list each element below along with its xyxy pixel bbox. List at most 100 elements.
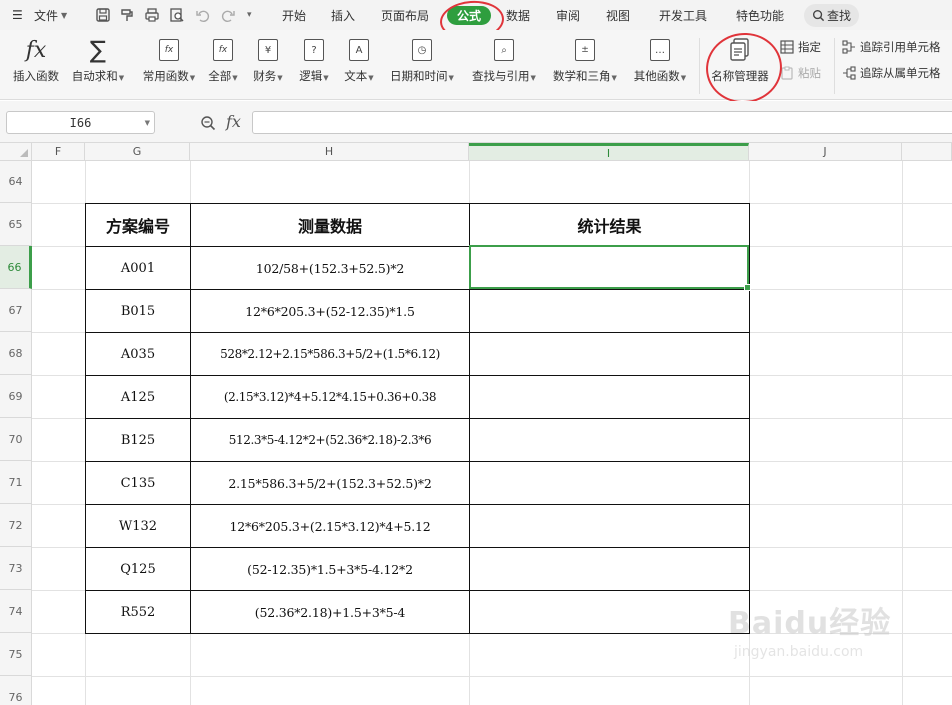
- cell-measurement-data[interactable]: 528*2.12+2.15*586.3+5/2+(1.5*6.12): [190, 332, 470, 376]
- cell-measurement-data[interactable]: 12*6*205.3+(2.15*3.12)*4+5.12: [190, 504, 470, 548]
- paste-name-label: 粘贴: [798, 66, 821, 80]
- cell-statistical-result[interactable]: [469, 547, 750, 591]
- trace-dependents-button[interactable]: 追踪从属单元格: [842, 64, 941, 82]
- function-fx-icon: fx: [25, 37, 47, 63]
- cell-statistical-result[interactable]: [469, 461, 750, 505]
- row-header-76[interactable]: 76: [0, 676, 32, 705]
- formula-input[interactable]: [252, 111, 952, 134]
- cell-scheme-id[interactable]: B015: [85, 289, 191, 333]
- row-header-71[interactable]: 71: [0, 461, 32, 504]
- name-box[interactable]: I66 ▼: [6, 111, 155, 134]
- financial-button[interactable]: ¥ 财务▼: [250, 36, 286, 92]
- row-header-74[interactable]: 74: [0, 590, 32, 633]
- cell-scheme-id[interactable]: A001: [85, 246, 191, 290]
- save-icon[interactable]: [95, 7, 111, 23]
- cell-statistical-result[interactable]: [469, 375, 750, 419]
- redo-icon[interactable]: [220, 7, 236, 23]
- trace-precedents-button[interactable]: 追踪引用单元格: [842, 38, 941, 56]
- tab-special-features[interactable]: 特色功能: [736, 0, 784, 30]
- tab-review[interactable]: 审阅: [556, 0, 580, 30]
- column-header-f[interactable]: F: [32, 143, 85, 161]
- cell-scheme-id[interactable]: A125: [85, 375, 191, 419]
- insert-function-button[interactable]: fx 插入函数: [8, 36, 64, 92]
- cell-scheme-id[interactable]: R552: [85, 590, 191, 634]
- common-functions-button[interactable]: fx 常用函数▼: [138, 36, 200, 92]
- cell-scheme-id[interactable]: Q125: [85, 547, 191, 591]
- menu-bar: ☰ 文件 ▼ ▾ 开始 插入 页面布局 公式 数据 审阅 视图 开发工具 特色功能…: [0, 0, 952, 30]
- search-button[interactable]: 查找: [804, 4, 860, 27]
- row-header-72[interactable]: 72: [0, 504, 32, 547]
- tab-page-layout[interactable]: 页面布局: [381, 0, 429, 30]
- row-header-64[interactable]: 64: [0, 161, 32, 203]
- tab-data[interactable]: 数据: [506, 0, 530, 30]
- row-header-75[interactable]: 75: [0, 633, 32, 676]
- lookup-reference-button[interactable]: ⌕ 查找与引用▼: [468, 36, 540, 92]
- text-functions-icon: A: [349, 36, 369, 64]
- clock-icon: ◷: [412, 36, 432, 64]
- column-header-i[interactable]: I: [469, 143, 749, 161]
- row-header-73[interactable]: 73: [0, 547, 32, 590]
- cell-scheme-id[interactable]: W132: [85, 504, 191, 548]
- cell-measurement-data[interactable]: 102/58+(152.3+52.5)*2: [190, 246, 470, 290]
- cell-statistical-result[interactable]: [469, 418, 750, 462]
- header-statistical-result[interactable]: 统计结果: [469, 203, 750, 247]
- cell-statistical-result[interactable]: [469, 504, 750, 548]
- header-scheme-id[interactable]: 方案编号: [85, 203, 191, 247]
- other-functions-button[interactable]: … 其他函数▼: [629, 36, 691, 92]
- cell-scheme-id[interactable]: B125: [85, 418, 191, 462]
- cell-statistical-result[interactable]: [469, 246, 750, 290]
- cell-statistical-result[interactable]: [469, 590, 750, 634]
- zoom-search-icon[interactable]: [200, 115, 216, 131]
- cell-measurement-data[interactable]: 2.15*586.3+5/2+(152.3+52.5)*2: [190, 461, 470, 505]
- print-icon[interactable]: [144, 7, 160, 23]
- hamburger-menu-icon[interactable]: ☰: [12, 0, 23, 30]
- tab-home[interactable]: 开始: [282, 0, 306, 30]
- paste-name-button[interactable]: 粘贴: [780, 64, 821, 82]
- header-measurement-data[interactable]: 测量数据: [190, 203, 470, 247]
- column-header-k[interactable]: [902, 143, 952, 161]
- math-trig-label: 数学和三角: [553, 69, 611, 83]
- cell-measurement-data[interactable]: (52-12.35)*1.5+3*5-4.12*2: [190, 547, 470, 591]
- cell-measurement-data[interactable]: 12*6*205.3+(52-12.35)*1.5: [190, 289, 470, 333]
- spreadsheet-grid[interactable]: F G H I J 64 65 66 67 68 69 70 71 72 73 …: [0, 143, 952, 705]
- insert-function-fx-icon[interactable]: fx: [226, 112, 241, 131]
- datetime-button[interactable]: ◷ 日期和时间▼: [385, 36, 459, 92]
- row-header-70[interactable]: 70: [0, 418, 32, 461]
- tab-formula[interactable]: 公式: [447, 6, 492, 25]
- math-trig-button[interactable]: ± 数学和三角▼: [549, 36, 621, 92]
- logical-button[interactable]: ? 逻辑▼: [296, 36, 332, 92]
- row-header-65[interactable]: 65: [0, 203, 32, 246]
- all-functions-button[interactable]: fx 全部▼: [205, 36, 241, 92]
- trace-dependents-icon: [843, 66, 856, 80]
- file-menu[interactable]: 文件 ▼: [34, 0, 67, 30]
- table-row: B125 512.3*5-4.12*2+(52.36*2.18)-2.3*6: [85, 418, 750, 462]
- column-header-j[interactable]: J: [749, 143, 902, 161]
- row-header-68[interactable]: 68: [0, 332, 32, 375]
- column-header-g[interactable]: G: [85, 143, 190, 161]
- sigma-icon: ∑: [89, 36, 107, 64]
- tab-insert[interactable]: 插入: [331, 0, 355, 30]
- cell-measurement-data[interactable]: 512.3*5-4.12*2+(52.36*2.18)-2.3*6: [190, 418, 470, 462]
- row-header-66[interactable]: 66: [0, 246, 32, 289]
- specify-name-button[interactable]: 指定: [780, 38, 821, 56]
- customize-quick-access-icon[interactable]: ▾: [247, 0, 252, 30]
- cell-measurement-data[interactable]: (52.36*2.18)+1.5+3*5-4: [190, 590, 470, 634]
- tab-developer[interactable]: 开发工具: [659, 0, 707, 30]
- format-painter-icon[interactable]: [119, 7, 135, 23]
- row-header-67[interactable]: 67: [0, 289, 32, 332]
- autosum-button[interactable]: ∑ 自动求和▼: [68, 36, 128, 92]
- row-header-69[interactable]: 69: [0, 375, 32, 418]
- cell-scheme-id[interactable]: C135: [85, 461, 191, 505]
- chevron-down-icon[interactable]: ▼: [145, 119, 150, 127]
- cell-statistical-result[interactable]: [469, 332, 750, 376]
- cell-measurement-data[interactable]: (2.15*3.12)*4+5.12*4.15+0.36+0.38: [190, 375, 470, 419]
- column-header-h[interactable]: H: [190, 143, 469, 161]
- tab-view[interactable]: 视图: [606, 0, 630, 30]
- select-all-corner[interactable]: [0, 143, 32, 161]
- text-functions-button[interactable]: A 文本▼: [341, 36, 377, 92]
- cell-scheme-id[interactable]: A035: [85, 332, 191, 376]
- print-preview-icon[interactable]: [169, 7, 185, 23]
- undo-icon[interactable]: [195, 7, 211, 23]
- name-manager-button[interactable]: 名称管理器: [708, 36, 772, 92]
- cell-statistical-result[interactable]: [469, 289, 750, 333]
